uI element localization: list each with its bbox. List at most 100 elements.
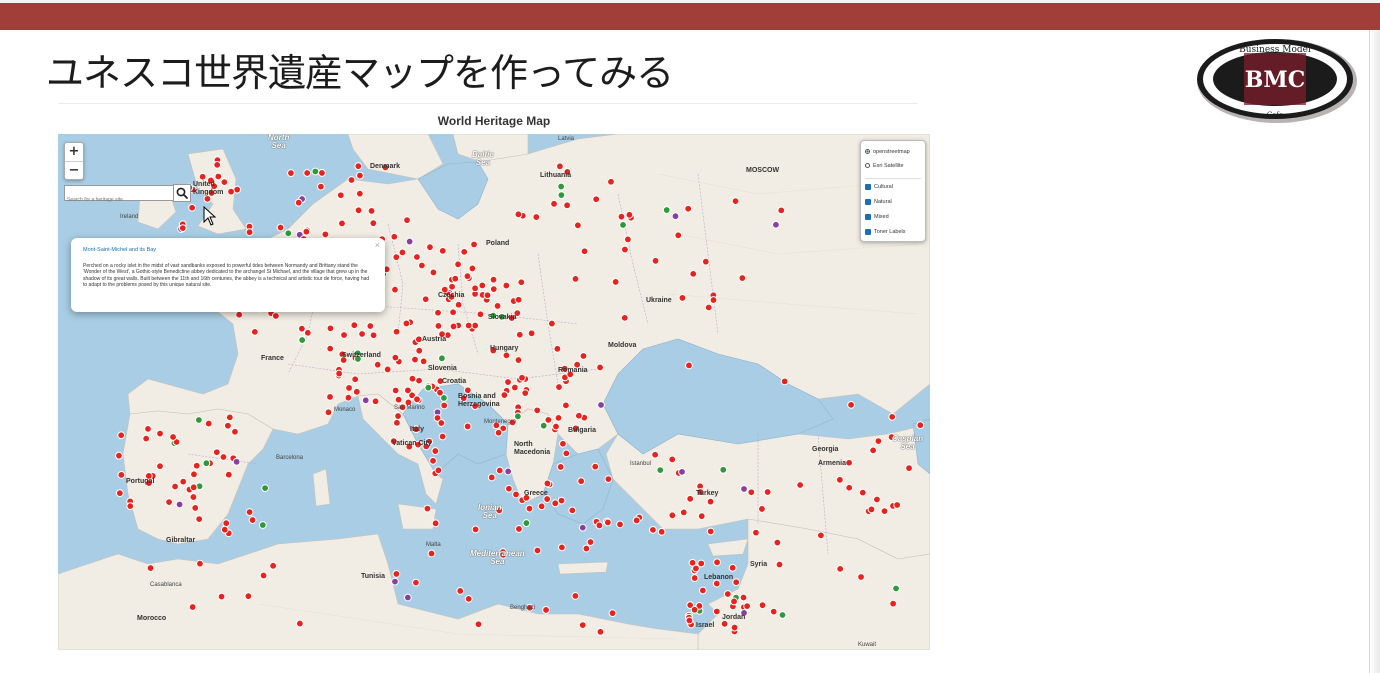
heritage-site-marker[interactable]	[483, 291, 492, 300]
heritage-site-marker[interactable]	[504, 484, 513, 493]
heritage-site-marker[interactable]	[892, 584, 900, 593]
heritage-site-marker[interactable]	[657, 527, 666, 536]
heritage-site-marker[interactable]	[449, 322, 458, 331]
heritage-site-marker[interactable]	[298, 336, 307, 344]
heritage-site-marker[interactable]	[451, 274, 460, 283]
heritage-site-marker[interactable]	[244, 592, 253, 601]
heritage-site-marker[interactable]	[369, 219, 378, 228]
heritage-site-marker[interactable]	[684, 204, 693, 213]
heritage-site-marker[interactable]	[369, 331, 378, 340]
heritage-site-marker[interactable]	[552, 422, 560, 431]
heritage-site-marker[interactable]	[515, 330, 524, 339]
heritage-site-marker[interactable]	[192, 461, 201, 470]
heritage-site-marker[interactable]	[514, 356, 523, 364]
heritage-site-marker[interactable]	[434, 466, 443, 475]
heritage-site-marker[interactable]	[586, 538, 595, 546]
heritage-site-marker[interactable]	[706, 527, 715, 536]
heritage-site-marker[interactable]	[175, 500, 184, 509]
heritage-site-marker[interactable]	[316, 182, 325, 191]
heritage-site-marker[interactable]	[366, 322, 375, 330]
heritage-site-marker[interactable]	[438, 354, 446, 363]
heritage-site-marker[interactable]	[537, 502, 546, 511]
heritage-site-marker[interactable]	[189, 483, 198, 492]
heritage-site-marker[interactable]	[625, 210, 634, 219]
heritage-site-marker[interactable]	[344, 393, 353, 402]
popup-site-title[interactable]: Mont-Saint-Michel and its Bay	[83, 247, 156, 253]
heritage-site-marker[interactable]	[470, 240, 478, 249]
heritage-site-marker[interactable]	[245, 228, 254, 237]
heritage-site-marker[interactable]	[674, 231, 683, 240]
heritage-site-marker[interactable]	[403, 593, 412, 602]
heritage-site-marker[interactable]	[213, 160, 222, 169]
heritage-site-marker[interactable]	[836, 564, 845, 573]
heritage-site-marker[interactable]	[704, 303, 713, 312]
heritage-site-marker[interactable]	[816, 531, 825, 540]
heritage-site-marker[interactable]	[563, 201, 571, 210]
heritage-site-marker[interactable]	[712, 607, 721, 616]
heritage-site-marker[interactable]	[302, 227, 311, 236]
heritage-site-marker[interactable]	[719, 465, 728, 474]
heritage-site-marker[interactable]	[232, 457, 241, 466]
heritage-site-marker[interactable]	[412, 578, 420, 587]
heritage-site-marker[interactable]	[493, 302, 502, 310]
heritage-site-marker[interactable]	[454, 260, 462, 269]
heritage-site-marker[interactable]	[421, 295, 430, 304]
heritage-site-marker[interactable]	[604, 475, 613, 483]
heritage-site-marker[interactable]	[758, 601, 767, 610]
heritage-site-marker[interactable]	[685, 616, 694, 625]
heritage-site-marker[interactable]	[284, 229, 293, 238]
heritage-site-marker[interactable]	[336, 191, 345, 200]
heritage-site-marker[interactable]	[582, 544, 591, 553]
heritage-site-marker[interactable]	[668, 511, 677, 520]
heritage-site-marker[interactable]	[738, 274, 747, 282]
heritage-site-marker[interactable]	[559, 439, 567, 448]
heritage-site-marker[interactable]	[557, 191, 566, 199]
heritage-site-marker[interactable]	[835, 475, 844, 484]
heritage-site-marker[interactable]	[394, 412, 402, 420]
heritage-site-marker[interactable]	[723, 590, 732, 598]
heritage-site-marker[interactable]	[468, 264, 477, 273]
heritage-site-marker[interactable]	[557, 496, 566, 505]
heritage-site-marker[interactable]	[592, 195, 601, 204]
heritage-site-marker[interactable]	[504, 467, 513, 476]
heritage-site-marker[interactable]	[580, 247, 589, 256]
heritage-site-marker[interactable]	[224, 470, 233, 479]
heritage-site-marker[interactable]	[847, 400, 855, 409]
heritage-site-marker[interactable]	[857, 573, 865, 581]
heritage-site-marker[interactable]	[248, 516, 257, 524]
heritage-site-marker[interactable]	[690, 605, 699, 614]
heritage-site-marker[interactable]	[780, 377, 789, 386]
heritage-site-marker[interactable]	[773, 538, 782, 547]
heritage-site-marker[interactable]	[415, 376, 423, 385]
heritage-site-marker[interactable]	[383, 365, 392, 374]
heritage-site-marker[interactable]	[577, 477, 586, 486]
heritage-site-marker[interactable]	[752, 528, 760, 537]
heritage-site-marker[interactable]	[198, 172, 207, 181]
heritage-site-marker[interactable]	[271, 312, 280, 320]
overlay-cultural[interactable]: Cultural	[865, 183, 893, 192]
heritage-site-marker[interactable]	[616, 520, 624, 529]
heritage-site-marker[interactable]	[709, 296, 718, 304]
heritage-site-marker[interactable]	[424, 383, 433, 392]
heritage-site-marker[interactable]	[474, 620, 483, 629]
heritage-site-marker[interactable]	[196, 559, 204, 568]
heritage-site-marker[interactable]	[165, 498, 173, 506]
heritage-site-marker[interactable]	[156, 429, 164, 438]
heritage-site-marker[interactable]	[533, 406, 542, 415]
heritage-site-marker[interactable]	[358, 330, 366, 338]
heritage-site-marker[interactable]	[437, 419, 446, 427]
heritage-site-marker[interactable]	[500, 391, 509, 399]
heritage-site-marker[interactable]	[146, 564, 155, 572]
heritage-site-marker[interactable]	[403, 386, 412, 395]
heritage-site-marker[interactable]	[223, 421, 232, 430]
heritage-site-marker[interactable]	[351, 375, 360, 384]
heritage-site-marker[interactable]	[392, 253, 401, 262]
heritage-site-marker[interactable]	[889, 599, 898, 608]
heritage-site-marker[interactable]	[295, 619, 304, 628]
heritage-site-marker[interactable]	[438, 246, 447, 255]
heritage-site-marker[interactable]	[544, 415, 553, 424]
base-layer-esri-satellite[interactable]: Esri Satellite	[865, 162, 904, 171]
heritage-site-marker[interactable]	[532, 213, 541, 221]
heritage-site-marker[interactable]	[692, 564, 700, 573]
heritage-site-marker[interactable]	[698, 586, 707, 595]
